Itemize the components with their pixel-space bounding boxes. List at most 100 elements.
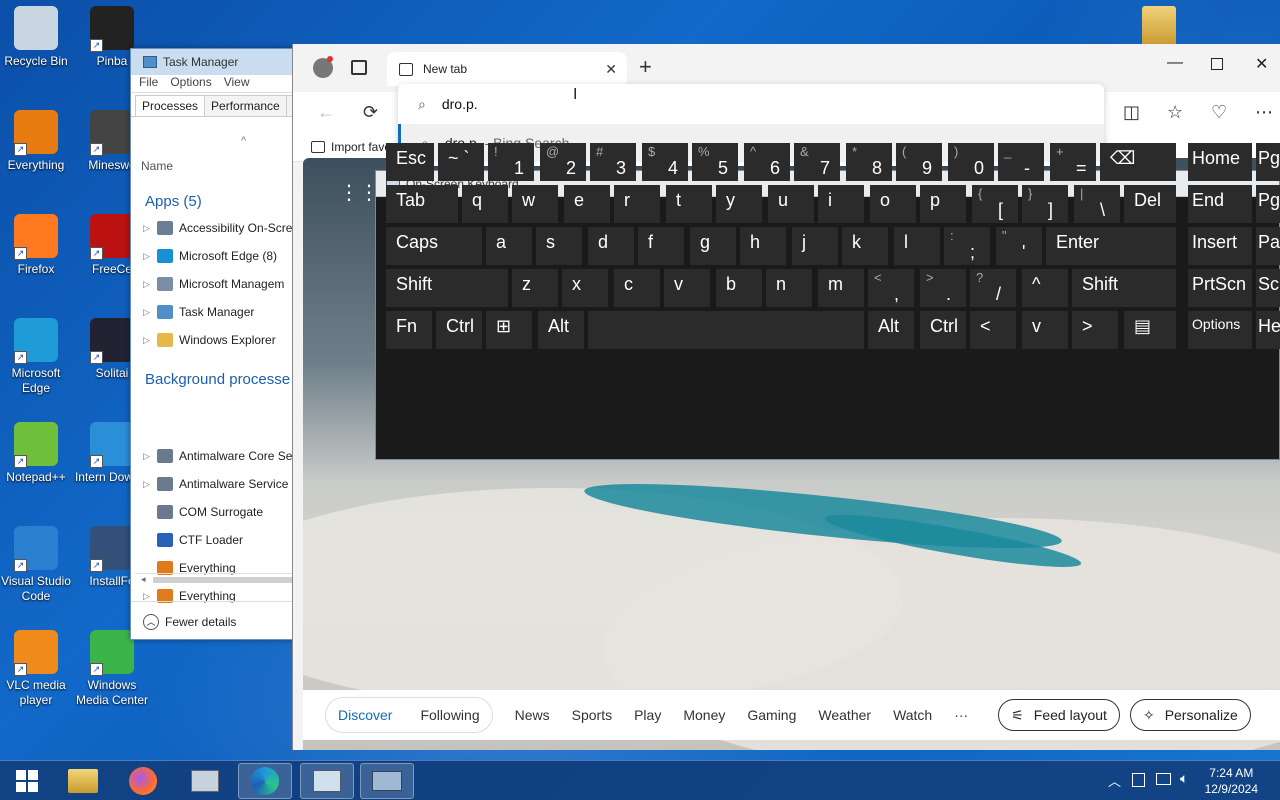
following-tab[interactable]: Following — [420, 707, 479, 723]
key[interactable]: Shift — [1072, 269, 1176, 307]
key[interactable]: z — [512, 269, 558, 307]
close-tab-icon[interactable]: ✕ — [605, 61, 617, 78]
feed-gaming[interactable]: Gaming — [747, 707, 796, 723]
key[interactable]: Alt — [868, 311, 914, 349]
key[interactable]: Options — [1188, 311, 1252, 349]
key[interactable]: ) 0 — [948, 143, 994, 181]
menu-file[interactable]: File — [139, 75, 158, 92]
key[interactable]: h — [740, 227, 786, 265]
personalize-button[interactable]: ✧ Personalize — [1129, 699, 1251, 731]
key[interactable]: ▤ — [1124, 311, 1176, 349]
taskbar-devices[interactable] — [178, 763, 232, 799]
key[interactable]: " ' — [996, 227, 1042, 265]
key[interactable]: ^ — [1022, 269, 1068, 307]
taskbar-osk[interactable] — [360, 763, 414, 799]
expand-chevron-icon[interactable]: ▷ — [143, 335, 151, 346]
key[interactable]: }] — [1022, 185, 1068, 223]
desktop-icon[interactable]: ↗ Notepad++ — [0, 422, 76, 485]
process-row[interactable]: ▷ Accessibility On-Scre — [143, 221, 313, 235]
key[interactable]: Pg — [1256, 143, 1280, 181]
key[interactable]: End — [1188, 185, 1252, 223]
address-input[interactable]: dro.p. — [442, 96, 478, 112]
key[interactable]: r — [614, 185, 660, 223]
key[interactable]: a — [486, 227, 532, 265]
key[interactable]: Insert — [1188, 227, 1252, 265]
key[interactable]: x — [562, 269, 608, 307]
key[interactable]: w — [512, 185, 558, 223]
expand-chevron-icon[interactable]: ▷ — [143, 279, 151, 290]
system-clock[interactable]: 7:24 AM 12/9/2024 — [1205, 765, 1258, 797]
key[interactable]: + = — [1050, 143, 1096, 181]
key[interactable]: ^ 6 — [744, 143, 790, 181]
process-row[interactable]: ▷ Task Manager — [143, 305, 313, 319]
show-hidden-icons[interactable]: ︿ — [1108, 771, 1121, 790]
feed-weather[interactable]: Weather — [818, 707, 871, 723]
key[interactable]: >. — [920, 269, 966, 307]
expand-chevron-icon[interactable]: ▷ — [143, 223, 151, 234]
tab-new-tab[interactable]: New tab ✕ — [387, 52, 627, 86]
key[interactable]: Ctrl — [436, 311, 482, 349]
feed-layout-button[interactable]: ⚟ Feed layout — [998, 699, 1120, 731]
horizontal-scrollbar[interactable]: ◂ — [135, 573, 303, 585]
key[interactable]: PrtScn — [1188, 269, 1252, 307]
key[interactable]: ~ ` — [438, 143, 484, 181]
key[interactable]: i — [818, 185, 864, 223]
menu-view[interactable]: View — [224, 75, 250, 92]
key[interactable]: j — [792, 227, 838, 265]
taskbar-firefox[interactable] — [116, 763, 170, 799]
key[interactable]: < — [970, 311, 1016, 349]
key[interactable]: u — [768, 185, 814, 223]
key[interactable]: > — [1072, 311, 1118, 349]
desktop-icon[interactable]: ↗ Visual Studio Code — [0, 526, 76, 604]
key[interactable]: :; — [944, 227, 990, 265]
address-bar[interactable]: ⌕ dro.p. — [398, 84, 1104, 124]
volume-icon[interactable]: 🔈︎ — [1180, 770, 1188, 787]
key[interactable]: ⊞ — [486, 311, 532, 349]
key[interactable]: {[ — [972, 185, 1018, 223]
process-row[interactable]: ▷ Microsoft Edge (8) — [143, 249, 313, 263]
back-icon[interactable]: ← — [317, 102, 335, 123]
key[interactable]: $4 — [642, 143, 688, 181]
key[interactable]: l — [894, 227, 940, 265]
expand-chevron-icon[interactable]: ▷ — [143, 479, 151, 490]
tab-actions-icon[interactable] — [351, 60, 367, 75]
key[interactable]: p — [920, 185, 966, 223]
desktop-icon[interactable]: Recycle Bin — [0, 6, 76, 69]
process-row[interactable]: ▷ Antimalware Service — [143, 477, 313, 491]
key[interactable]: ⌫ — [1100, 143, 1176, 181]
process-row[interactable]: COM Surrogate — [143, 505, 313, 519]
key[interactable]: Caps — [386, 227, 482, 265]
key[interactable]: f — [638, 227, 684, 265]
key[interactable]: v — [1022, 311, 1068, 349]
key[interactable]: m — [818, 269, 864, 307]
key[interactable] — [588, 311, 864, 349]
key[interactable]: c — [614, 269, 660, 307]
key[interactable]: Fn — [386, 311, 432, 349]
key[interactable]: Del — [1124, 185, 1176, 223]
fewer-details-button[interactable]: ︿ Fewer details — [131, 601, 304, 641]
feed-play[interactable]: Play — [634, 707, 661, 723]
key[interactable]: _ - — [998, 143, 1044, 181]
key[interactable]: g — [690, 227, 736, 265]
key[interactable]: Shift — [386, 269, 508, 307]
tab-processes[interactable]: Processes — [135, 95, 206, 116]
process-row[interactable]: ▷ Antimalware Core Se — [143, 449, 313, 463]
key[interactable]: <, — [868, 269, 914, 307]
key[interactable]: Pa — [1256, 227, 1280, 265]
taskbar-task-manager[interactable] — [300, 763, 354, 799]
key[interactable]: Esc — [386, 143, 434, 181]
key[interactable]: ! 1 — [488, 143, 534, 181]
desktop-icon[interactable]: ↗ Microsoft Edge — [0, 318, 76, 396]
key[interactable]: Pg — [1256, 185, 1280, 223]
more-options-icon[interactable]: ⋯ — [1255, 102, 1273, 123]
key[interactable]: t — [666, 185, 712, 223]
start-button[interactable] — [0, 763, 54, 799]
desktop-icon[interactable]: ↗ Everything — [0, 110, 76, 173]
tab-performance[interactable]: Performance — [204, 95, 287, 116]
taskbar-edge[interactable] — [238, 763, 292, 799]
browser-essentials-icon[interactable]: ♡ — [1211, 102, 1227, 123]
desktop-icon[interactable]: ↗ Windows Media Center — [72, 630, 152, 708]
key[interactable]: Tab — [386, 185, 458, 223]
key[interactable]: Ctrl — [920, 311, 966, 349]
expand-chevron-icon[interactable]: ▷ — [143, 451, 151, 462]
